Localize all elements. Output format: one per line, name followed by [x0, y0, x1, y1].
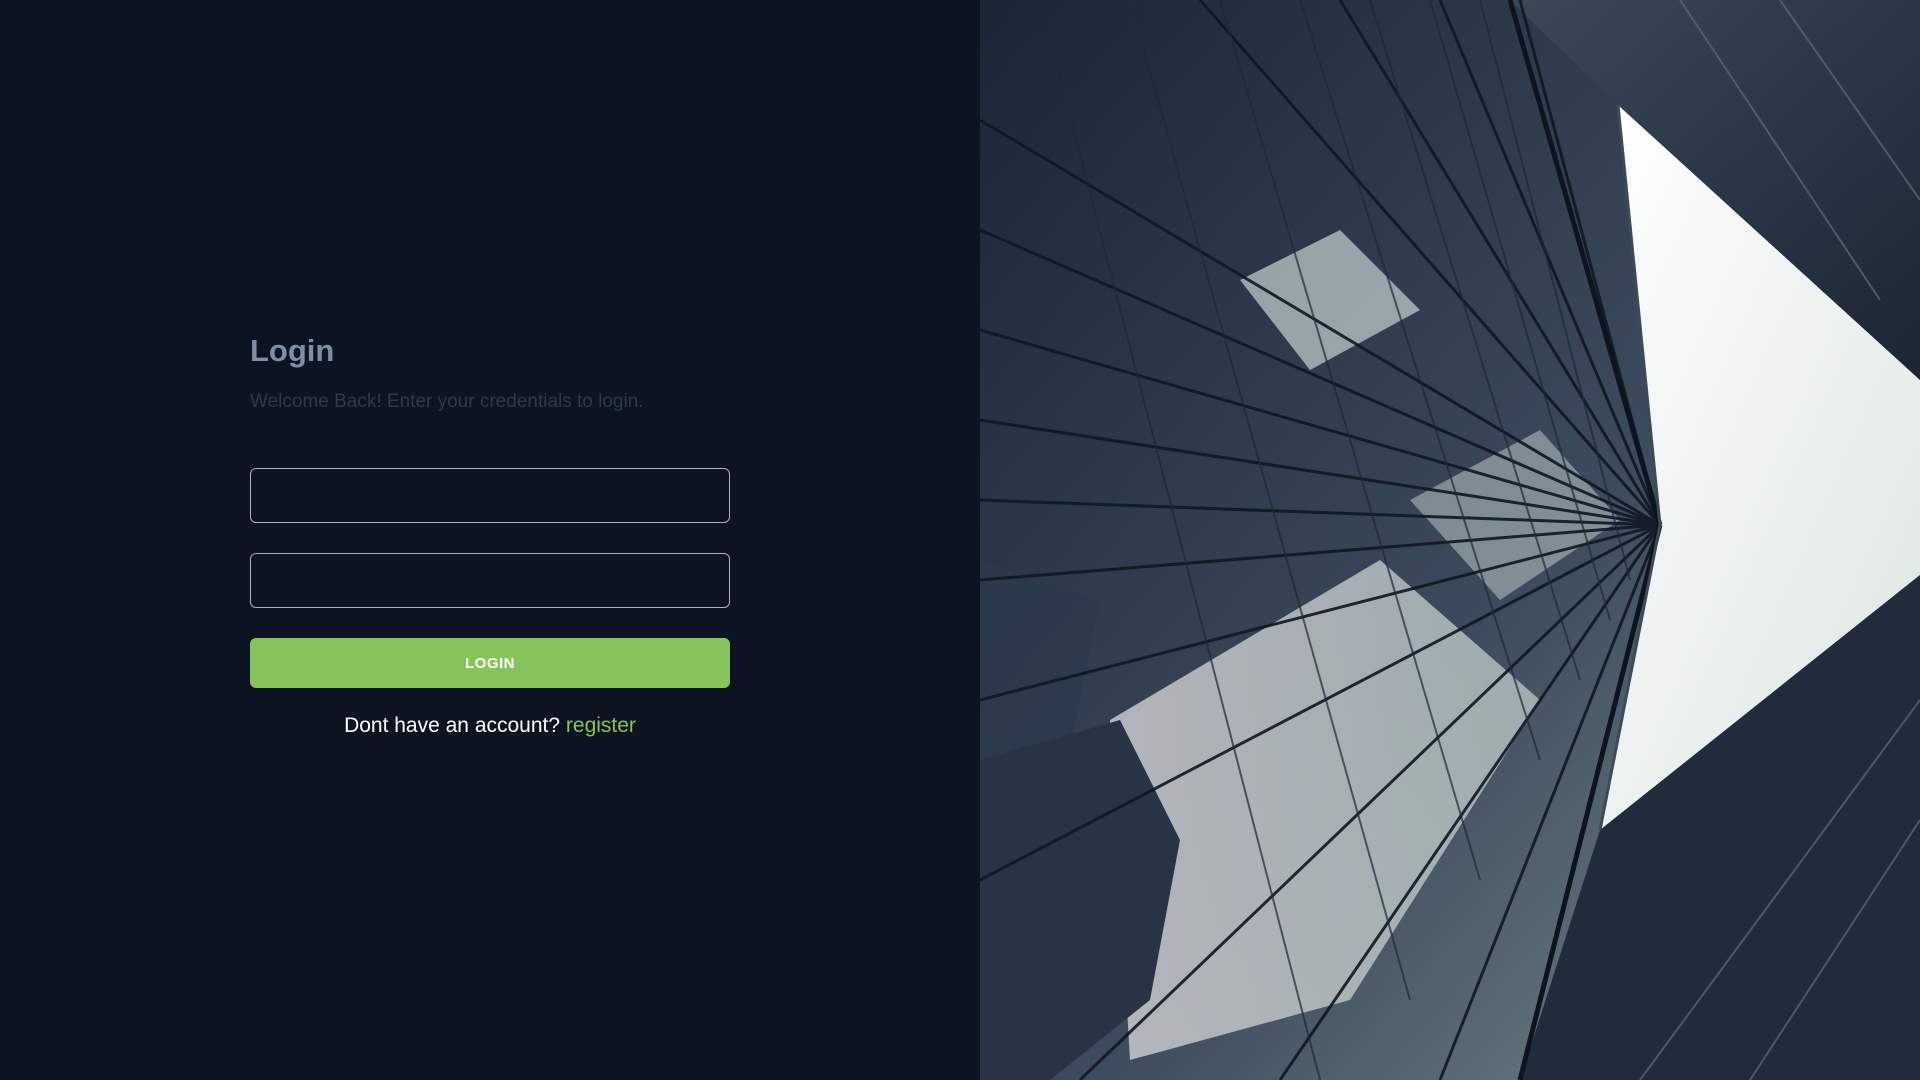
hero-image	[980, 0, 1920, 1080]
password-input[interactable]	[250, 553, 730, 608]
register-link[interactable]: register	[566, 714, 636, 737]
skyscraper-photo	[980, 0, 1920, 1080]
page-title: Login	[250, 333, 335, 368]
register-prompt-line: Dont have an account? register	[250, 714, 730, 738]
username-input[interactable]	[250, 468, 730, 523]
login-panel: Login Welcome Back! Enter your credentia…	[0, 0, 980, 1080]
login-button[interactable]: LOGIN	[250, 638, 730, 688]
register-prompt-text: Dont have an account?	[344, 714, 561, 737]
login-form: Login Welcome Back! Enter your credentia…	[250, 330, 730, 738]
login-subtitle: Welcome Back! Enter your credentials to …	[250, 391, 644, 412]
